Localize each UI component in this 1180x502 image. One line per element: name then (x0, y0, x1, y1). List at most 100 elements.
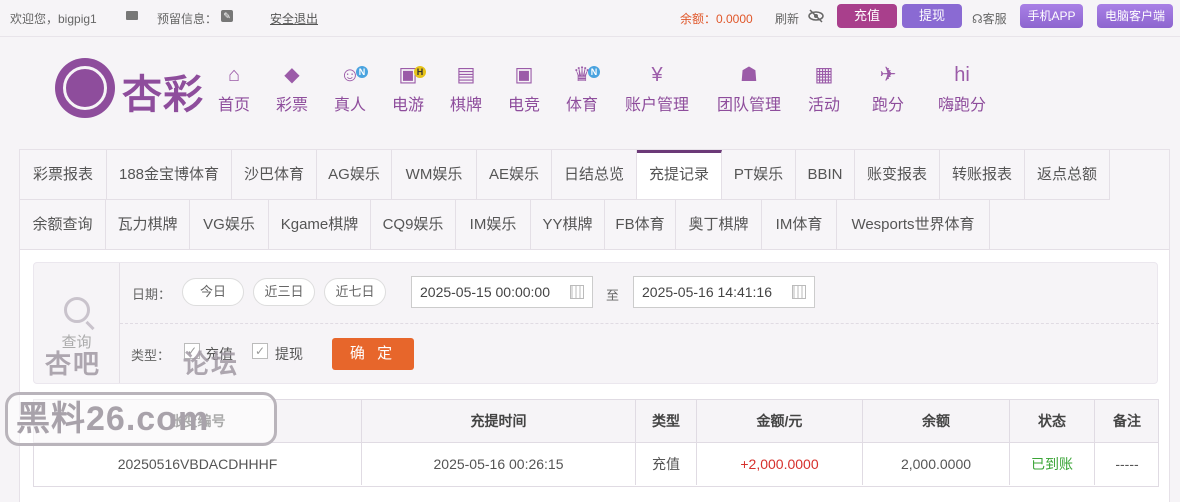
team-icon: ☗ (740, 64, 758, 86)
search-icon (63, 297, 90, 323)
home-icon: ⌂ (227, 64, 241, 86)
nav-label: 真人 (333, 97, 366, 114)
tab-row2-3[interactable]: Kgame棋牌 (269, 200, 371, 250)
logo-emblem[interactable] (55, 58, 115, 118)
nav-item-10[interactable]: ✈ 跑分 (868, 64, 908, 115)
logout-link[interactable]: 安全退出 (270, 10, 318, 27)
nav-item-8[interactable]: ☗ 团队管理 (714, 64, 784, 115)
table-cell: +2,000.0000 (697, 443, 863, 485)
date-label: 日期： (132, 287, 172, 302)
nav-label: 彩票 (275, 97, 308, 114)
table-cell: 20250516VBDACDHHHF (34, 443, 362, 485)
calendar-icon[interactable] (792, 285, 806, 299)
last-7-days-button[interactable]: 近七日 (324, 278, 386, 306)
nav-badge: N (588, 66, 600, 78)
nav-label: 跑分 (871, 97, 904, 114)
cards-icon: ▤ (456, 64, 476, 86)
tab-row2-9[interactable]: IM体育 (762, 200, 837, 250)
start-date-value: 2025-05-15 00:00:00 (420, 284, 550, 300)
confirm-button[interactable]: 确 定 (332, 338, 414, 370)
tab-row1-12[interactable]: 返点总额 (1025, 150, 1110, 200)
charge-button[interactable]: 充值 (837, 4, 897, 28)
nav-item-1[interactable]: ◆ 彩票 (274, 64, 310, 115)
nav-item-2[interactable]: ☺ 真人 N (332, 64, 368, 115)
hi-icon: hi (954, 64, 970, 86)
tab-row2-5[interactable]: IM娱乐 (456, 200, 531, 250)
last-3-days-button[interactable]: 近三日 (253, 278, 315, 306)
lottery-icon: ◆ (284, 64, 300, 86)
tab-row1-7[interactable]: 充提记录 (637, 150, 722, 200)
table-body: 20250516VBDACDHHHF 2025-05-16 00:26:15 充值 +… (33, 443, 1159, 487)
tab-row2-2[interactable]: VG娱乐 (190, 200, 269, 250)
watermark-text: 杏吧 (45, 349, 102, 379)
nav-label: 嗨跑分 (937, 97, 986, 114)
tab-row1-0[interactable]: 彩票报表 (20, 150, 107, 200)
logo-text[interactable]: 杏彩 (122, 62, 204, 120)
refresh-link[interactable]: 刷新 (775, 10, 799, 27)
tab-row1-11[interactable]: 转账报表 (940, 150, 1025, 200)
start-date-input[interactable]: 2025-05-15 00:00:00 (411, 276, 593, 308)
tab-row1-1[interactable]: 188金宝博体育 (107, 150, 232, 200)
tab-row1-3[interactable]: AG娱乐 (317, 150, 392, 200)
nav-label: 体育 (565, 97, 598, 114)
pc-client-button[interactable]: 电脑客户端 (1097, 4, 1173, 28)
yen-coin-icon: ¥ (651, 64, 663, 86)
tab-row1-8[interactable]: PT娱乐 (722, 150, 796, 200)
tab-row1-9[interactable]: BBIN (796, 150, 855, 200)
column-header: 充提时间 (362, 400, 636, 442)
nav-label: 电游 (391, 97, 424, 114)
nav-item-7[interactable]: ¥ 账户管理 (622, 64, 692, 115)
customer-service-link[interactable]: ☊客服 (972, 10, 1007, 27)
nav-item-5[interactable]: ▣ 电竞 (506, 64, 542, 115)
report-panel: 彩票报表 188金宝博体育 沙巴体育 AG娱乐 WM娱乐 AE娱乐 日结总览 充提记录 PT娱乐… (19, 149, 1170, 502)
withdraw-checkbox[interactable]: ✓ (252, 343, 268, 359)
nav-item-4[interactable]: ▤ 棋牌 (448, 64, 484, 115)
end-date-input[interactable]: 2025-05-16 14:41:16 (633, 276, 815, 308)
withdraw-button[interactable]: 提现 (902, 4, 962, 28)
tab-row2-6[interactable]: YY棋牌 (531, 200, 605, 250)
table-cell: 充值 (636, 443, 697, 485)
tab-row1-2[interactable]: 沙巴体育 (232, 150, 317, 200)
end-date-value: 2025-05-16 14:41:16 (642, 284, 772, 300)
nav-badge: H (414, 66, 426, 78)
calendar-icon[interactable] (570, 285, 584, 299)
headset-icon: ☊ (972, 12, 983, 26)
type-label: 类型： (131, 348, 171, 363)
nav-item-6[interactable]: ♛ 体育 N (564, 64, 600, 115)
tab-row2-7[interactable]: FB体育 (605, 200, 676, 250)
mobile-app-button[interactable]: 手机APP (1020, 4, 1083, 28)
customer-service-label: 客服 (982, 12, 1007, 26)
table-cell: 2025-05-16 00:26:15 (362, 443, 636, 485)
tab-row2-1[interactable]: 瓦力棋牌 (106, 200, 190, 250)
withdraw-checkbox-label: 提现 (275, 346, 303, 362)
nav-item-9[interactable]: ▦ 活动 (806, 64, 842, 115)
nav-label: 电竞 (507, 97, 540, 114)
today-button[interactable]: 今日 (182, 278, 244, 306)
running-score-icon: ✈ (879, 64, 897, 86)
nav-badge: N (356, 66, 368, 78)
tab-row1-5[interactable]: AE娱乐 (477, 150, 552, 200)
column-header: 类型 (636, 400, 697, 442)
tab-row2-10[interactable]: Wesports世界体育 (837, 200, 990, 250)
mail-icon[interactable] (126, 11, 138, 20)
tab-row1-6[interactable]: 日结总览 (552, 150, 637, 200)
nav-item-3[interactable]: ▣ 电游 H (390, 64, 426, 115)
column-header: 状态 (1010, 400, 1095, 442)
tab-row2-4[interactable]: CQ9娱乐 (371, 200, 456, 250)
gift-icon: ▦ (814, 64, 834, 86)
watermark-text: 论坛 (183, 349, 240, 379)
top-divider (0, 36, 1180, 37)
tab-row2-0[interactable]: 余额查询 (20, 200, 106, 250)
edit-icon[interactable]: ✎ (221, 10, 233, 22)
nav-label: 棋牌 (449, 97, 482, 114)
nav-item-11[interactable]: hi 嗨跑分 (936, 64, 988, 115)
table-cell: 已到账 (1010, 443, 1095, 485)
tab-row2-8[interactable]: 奥丁棋牌 (676, 200, 762, 250)
tab-row1-10[interactable]: 账变报表 (855, 150, 940, 200)
filter-row-divider (120, 323, 1159, 324)
eye-hidden-icon[interactable] (808, 9, 824, 23)
tab-row1-4[interactable]: WM娱乐 (392, 150, 477, 200)
to-label: 至 (606, 288, 620, 303)
table-row: 20250516VBDACDHHHF 2025-05-16 00:26:15 充值 +… (33, 443, 1159, 487)
nav-item-0[interactable]: ⌂ 首页 (216, 64, 252, 115)
